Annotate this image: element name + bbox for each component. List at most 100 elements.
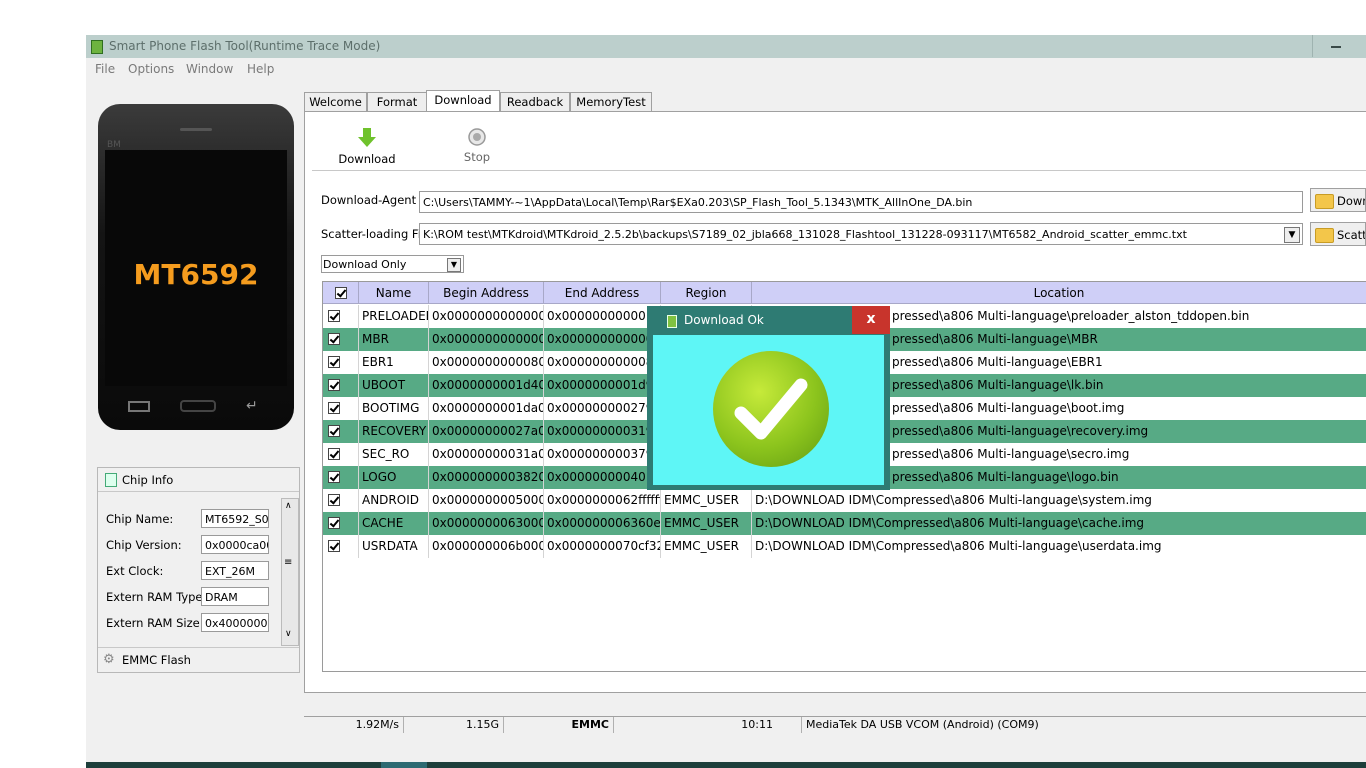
row-checkbox[interactable] <box>328 402 340 414</box>
row-checkbox-cell[interactable] <box>323 466 359 489</box>
dropdown-arrow-icon[interactable]: ▼ <box>447 258 461 272</box>
row-checkbox[interactable] <box>328 517 340 529</box>
row-checkbox[interactable] <box>328 333 340 345</box>
row-checkbox[interactable] <box>328 540 340 552</box>
row-checkbox[interactable] <box>328 379 340 391</box>
row-checkbox[interactable] <box>328 471 340 483</box>
chip-model-label: MT6592 <box>133 258 259 291</box>
scroll-grip-icon[interactable]: ≡ <box>284 557 292 568</box>
dialog-close-button[interactable]: x <box>852 306 890 334</box>
status-port: MediaTek DA USB VCOM (Android) (COM9) <box>806 718 1039 731</box>
download-arrow-icon <box>358 128 376 147</box>
col-location-header[interactable]: Location <box>752 282 1366 304</box>
chip-info-scrollbar[interactable]: ∧ ≡ ∨ <box>281 498 299 646</box>
scatter-loading-button[interactable]: Scatter-loading <box>1310 222 1366 246</box>
cell-name: MBR <box>359 328 429 351</box>
tab-readback[interactable]: Readback <box>500 92 570 113</box>
menu-bar: File Options Window Help <box>86 58 1366 80</box>
chip-name-label: Chip Name: <box>106 512 174 526</box>
col-begin-header[interactable]: Begin Address <box>429 282 544 304</box>
chip-info-icon <box>105 473 117 487</box>
cell-end: 0x0000000070cf3267 <box>544 535 661 558</box>
cell-region: EMMC_USER <box>661 489 752 512</box>
table-row[interactable]: USRDATA0x000000006b0000000x0000000070cf3… <box>323 535 1366 558</box>
cell-region: EMMC_USER <box>661 512 752 535</box>
emmc-flash-header[interactable]: ⚙ EMMC Flash <box>98 647 299 672</box>
table-row[interactable]: ANDROID0x00000000050000000x0000000062fff… <box>323 489 1366 512</box>
row-checkbox-cell[interactable] <box>323 374 359 397</box>
scatter-file-field[interactable]: K:\ROM test\MTKdroid\MTKdroid_2.5.2b\bac… <box>419 223 1303 245</box>
row-checkbox-cell[interactable] <box>323 443 359 466</box>
status-storage: EMMC <box>504 717 614 733</box>
menu-file[interactable]: File <box>95 62 115 76</box>
col-name-header[interactable]: Name <box>359 282 429 304</box>
row-checkbox-cell[interactable] <box>323 512 359 535</box>
row-checkbox-cell[interactable] <box>323 535 359 558</box>
row-checkbox-cell[interactable] <box>323 397 359 420</box>
download-ok-dialog: Download Ok x <box>647 306 890 490</box>
ext-clock-value[interactable]: EXT_26M <box>201 561 269 580</box>
cell-end: 0x000000000000001f <box>544 328 661 351</box>
chip-version-value[interactable]: 0x0000ca00 <box>201 535 269 554</box>
chip-info-header[interactable]: Chip Info <box>98 468 299 492</box>
row-checkbox-cell[interactable] <box>323 351 359 374</box>
cell-location: D:\DOWNLOAD IDM\Compressed\a806 Multi-la… <box>752 489 1366 512</box>
select-all-header[interactable] <box>323 282 359 304</box>
col-end-header[interactable]: End Address <box>544 282 661 304</box>
row-checkbox[interactable] <box>328 494 340 506</box>
row-checkbox-cell[interactable] <box>323 305 359 328</box>
stop-button[interactable]: Stop <box>455 127 499 167</box>
menu-window[interactable]: Window <box>186 62 233 76</box>
cell-location: D:\DOWNLOAD IDM\Compressed\a806 Multi-la… <box>752 535 1366 558</box>
taskbar-active-item[interactable] <box>381 762 427 768</box>
tab-memorytest[interactable]: MemoryTest <box>570 92 652 113</box>
row-checkbox[interactable] <box>328 356 340 368</box>
stop-icon <box>468 128 486 146</box>
row-checkbox-cell[interactable] <box>323 328 359 351</box>
download-agent-button[interactable]: Download Agent <box>1310 188 1366 212</box>
row-checkbox[interactable] <box>328 310 340 322</box>
tab-format[interactable]: Format <box>367 92 427 113</box>
scroll-up-icon[interactable]: ∧ <box>285 501 292 511</box>
menu-help[interactable]: Help <box>247 62 274 76</box>
minimize-button[interactable] <box>1312 35 1359 57</box>
tab-download[interactable]: Download <box>426 90 500 113</box>
dropdown-arrow-icon[interactable]: ▼ <box>1284 227 1300 243</box>
row-checkbox-cell[interactable] <box>323 489 359 512</box>
cell-end: 0x000000000401fff <box>544 466 661 489</box>
scroll-down-icon[interactable]: ∨ <box>285 629 292 639</box>
ram-type-label: Extern RAM Type: <box>106 590 207 604</box>
cell-end: 0x000000000379fff <box>544 443 661 466</box>
scatter-file-value: K:\ROM test\MTKdroid\MTKdroid_2.5.2b\bac… <box>423 228 1187 241</box>
dialog-body <box>653 335 884 485</box>
row-checkbox[interactable] <box>328 448 340 460</box>
status-time: 10:11 <box>614 717 802 733</box>
col-region-header[interactable]: Region <box>661 282 752 304</box>
phone-speaker <box>180 128 212 131</box>
tab-welcome[interactable]: Welcome <box>304 92 367 113</box>
cell-end: 0x000000000001bdb <box>544 305 661 328</box>
download-button[interactable]: Download <box>333 127 401 167</box>
checkmark-icon <box>734 378 808 440</box>
cell-end: 0x000000006360e093 <box>544 512 661 535</box>
ram-type-value[interactable]: DRAM <box>201 587 269 606</box>
row-checkbox[interactable] <box>328 425 340 437</box>
chip-name-value[interactable]: MT6592_S00 <box>201 509 269 528</box>
scatter-label: Scatter-loading File <box>321 227 432 241</box>
ram-size-value[interactable]: 0x40000000 <box>201 613 269 632</box>
dialog-app-icon <box>667 315 677 328</box>
taskbar <box>86 762 1366 768</box>
mode-select[interactable]: Download Only ▼ <box>321 255 464 273</box>
chip-info-panel: Chip Info Chip Name: MT6592_S00 Chip Ver… <box>97 467 300 673</box>
cell-begin: 0x0000000005000000 <box>429 489 544 512</box>
download-agent-field[interactable]: C:\Users\TAMMY-~1\AppData\Local\Temp\Rar… <box>419 191 1303 213</box>
folder-icon <box>1315 228 1334 243</box>
dialog-title: Download Ok <box>684 313 764 327</box>
toolbar-divider <box>312 170 1366 171</box>
menu-options[interactable]: Options <box>128 62 174 76</box>
row-checkbox-cell[interactable] <box>323 420 359 443</box>
table-row[interactable]: CACHE0x00000000630000000x000000006360e09… <box>323 512 1366 535</box>
ext-clock-label: Ext Clock: <box>106 564 164 578</box>
select-all-checkbox[interactable] <box>335 287 347 299</box>
gear-icon: ⚙ <box>103 652 115 667</box>
